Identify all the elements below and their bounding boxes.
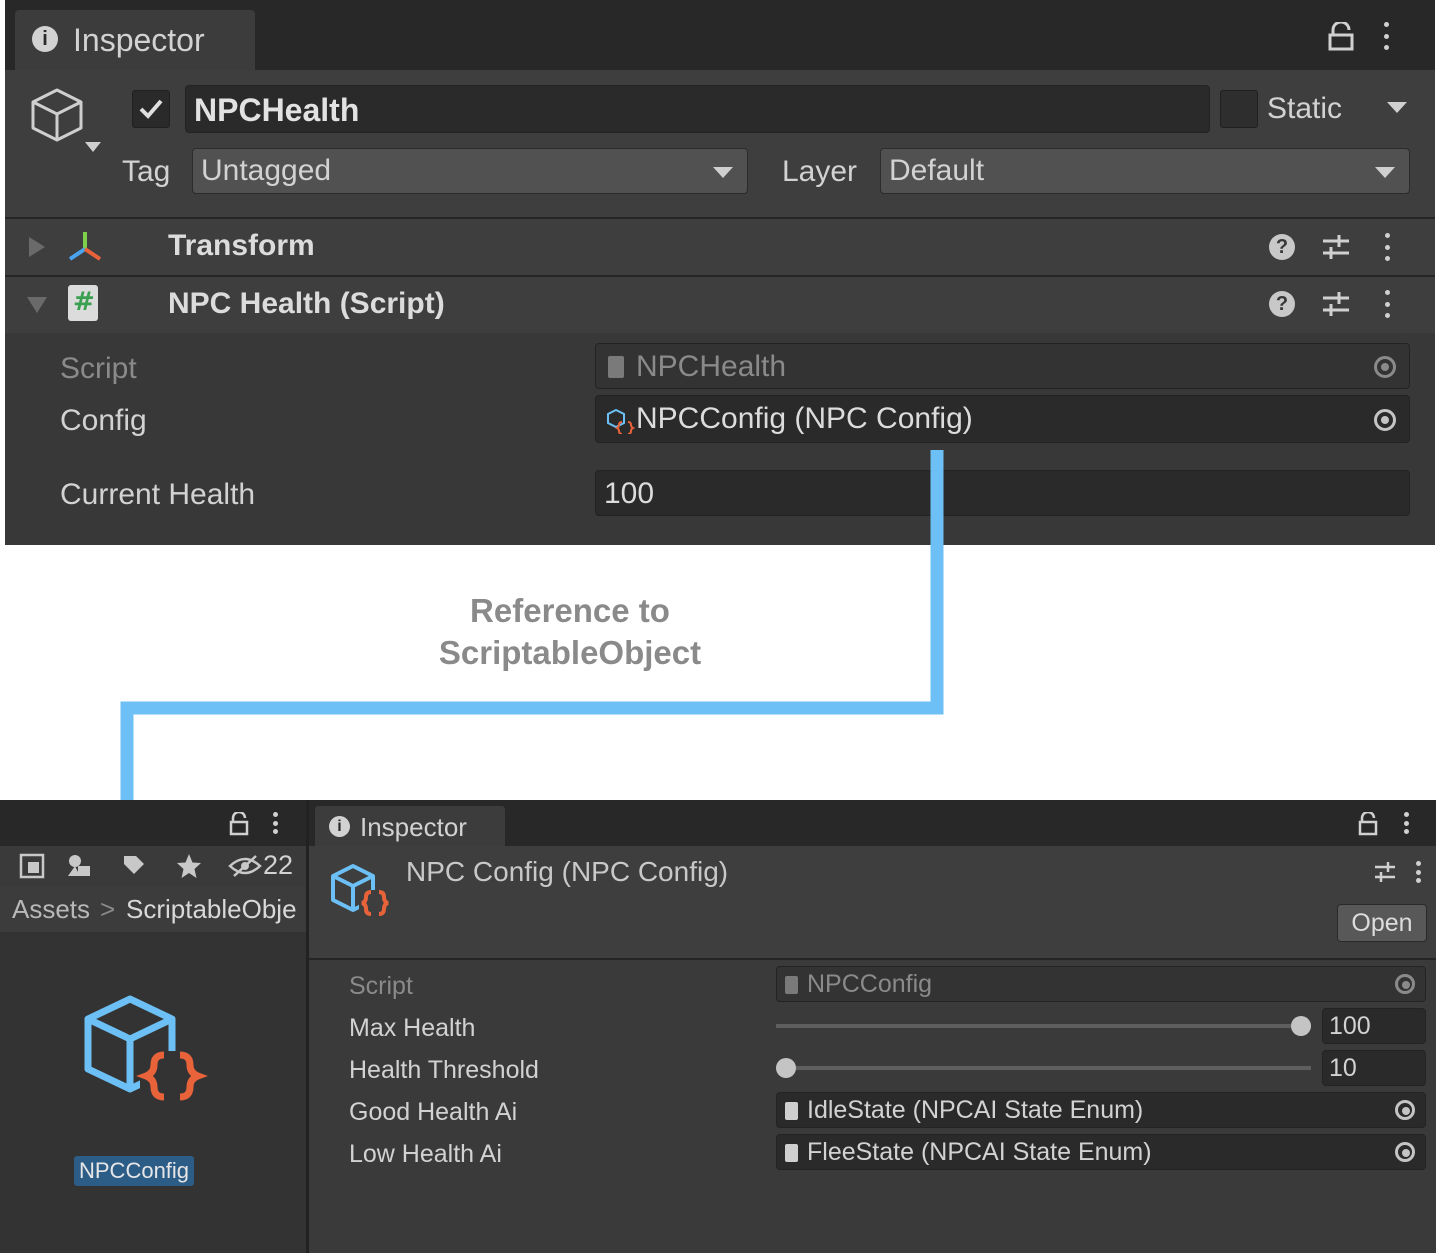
favorites-star-icon[interactable]: [175, 852, 203, 880]
hidden-count: 22: [263, 850, 294, 880]
breadcrumb-scriptableobjects[interactable]: ScriptableObje: [126, 894, 297, 925]
scene-icon[interactable]: [18, 852, 46, 880]
max-health-slider[interactable]: [776, 1008, 1311, 1044]
max-health-field[interactable]: 100: [1322, 1008, 1426, 1044]
low-health-ai-value: FleeState (NPCAI State Enum): [807, 1138, 1152, 1166]
max-health-label: Max Health: [349, 1014, 476, 1042]
slider-track: [776, 1024, 1311, 1028]
breadcrumb-separator: >: [100, 894, 116, 924]
tab-label: Inspector: [360, 812, 467, 842]
script-label: Script: [349, 972, 413, 1000]
annotation-line-2: ScriptableObject: [438, 634, 702, 671]
slider-track: [776, 1066, 1311, 1070]
hidden-packages-icon[interactable]: [228, 854, 262, 878]
info-icon: i: [329, 816, 350, 837]
asset-name: NPCConfig: [79, 1158, 190, 1183]
annotation-line-1: Reference to: [470, 592, 670, 629]
low-health-ai-field[interactable]: FleeState (NPCAI State Enum): [776, 1134, 1426, 1170]
good-health-ai-value: IdleState (NPCAI State Enum): [807, 1096, 1144, 1124]
slider-thumb[interactable]: [1291, 1016, 1311, 1036]
object-picker-icon[interactable]: [1395, 1100, 1415, 1120]
filter-by-label-icon[interactable]: [120, 852, 148, 880]
script-file-icon: [785, 1144, 798, 1162]
project-panel: 22 Assets > ScriptableObje NPCConfig: [0, 800, 306, 1253]
asset-title: NPC Config (NPC Config): [406, 856, 729, 887]
open-button[interactable]: Open: [1337, 904, 1427, 942]
low-health-ai-label: Low Health Ai: [349, 1140, 502, 1168]
annotation-label: Reference to ScriptableObject: [380, 590, 760, 674]
good-health-ai-label: Good Health Ai: [349, 1098, 518, 1126]
open-button-label: Open: [1351, 909, 1413, 937]
health-threshold-value: 10: [1329, 1054, 1357, 1082]
more-options-icon[interactable]: [271, 812, 279, 834]
bottom-inspector-panel: i Inspector NPC Config (NPC Config) Open…: [306, 800, 1436, 1253]
max-health-value: 100: [1329, 1012, 1371, 1040]
good-health-ai-field[interactable]: IdleState (NPCAI State Enum): [776, 1092, 1426, 1128]
more-options-icon[interactable]: [1402, 812, 1410, 834]
object-picker-icon: [1395, 974, 1415, 994]
tab-inspector[interactable]: i Inspector: [315, 806, 505, 848]
slider-thumb[interactable]: [776, 1058, 796, 1078]
divider: [309, 958, 1436, 960]
script-file-icon: [785, 976, 798, 994]
script-file-icon: [785, 1102, 798, 1120]
object-picker-icon[interactable]: [1395, 1142, 1415, 1162]
project-tab-bar: [0, 800, 306, 846]
preset-settings-icon[interactable]: [1373, 861, 1397, 883]
lock-icon[interactable]: [228, 812, 250, 836]
scriptable-object-asset-icon[interactable]: [80, 993, 210, 1113]
breadcrumb-assets[interactable]: Assets: [12, 894, 90, 925]
asset-name-label[interactable]: NPCConfig: [74, 1156, 195, 1186]
health-threshold-field[interactable]: 10: [1322, 1050, 1426, 1086]
health-threshold-label: Health Threshold: [349, 1056, 539, 1084]
breadcrumb: Assets > ScriptableObje: [0, 886, 306, 932]
script-field: NPCConfig: [776, 966, 1426, 1002]
health-threshold-slider[interactable]: [776, 1050, 1311, 1086]
lock-icon[interactable]: [1357, 812, 1379, 836]
more-options-icon[interactable]: [1414, 861, 1422, 883]
script-value: NPCConfig: [807, 970, 933, 998]
filter-by-type-icon[interactable]: [66, 852, 94, 880]
scriptable-object-icon: [331, 864, 391, 920]
